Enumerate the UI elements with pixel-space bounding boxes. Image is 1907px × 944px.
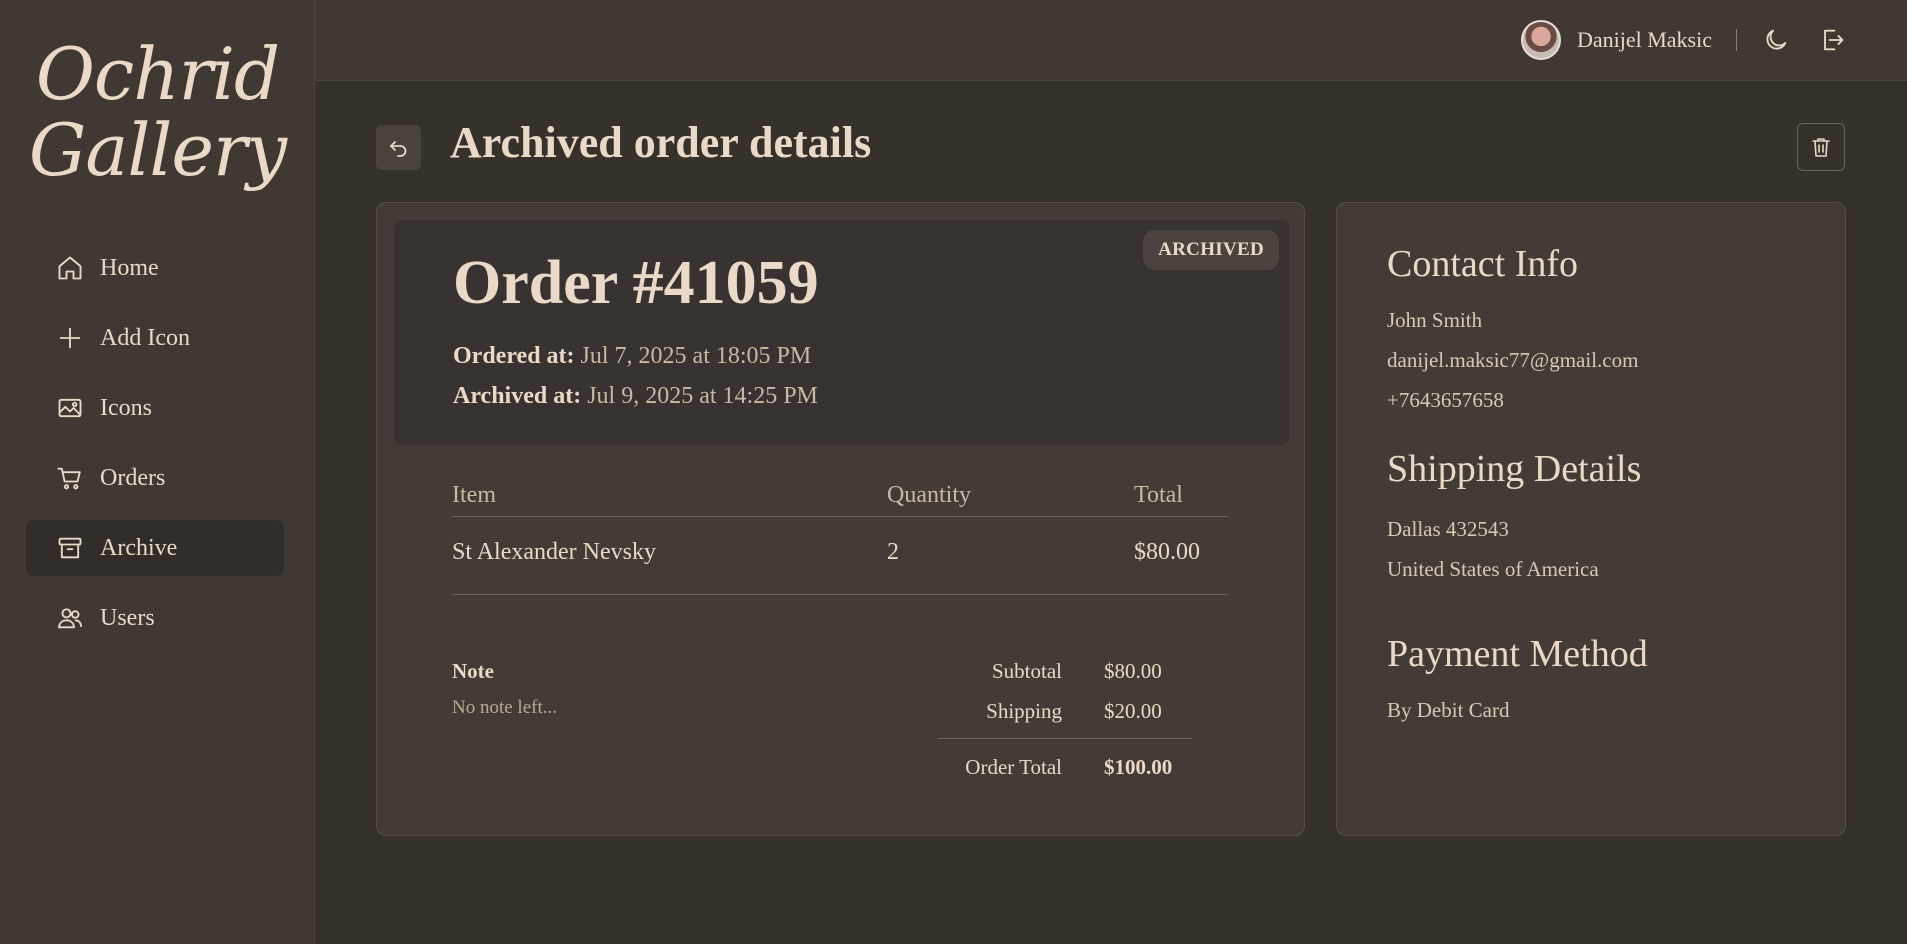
sidebar-nav: Home Add Icon Icons Orders Archive Users: [26, 240, 284, 660]
sidebar: Ochrid Gallery Home Add Icon Icons Order…: [0, 0, 315, 944]
subtotal-label: Subtotal: [991, 659, 1062, 683]
page-title: Archived order details: [450, 118, 872, 167]
contact-email: danijel.maksic77@gmail.com: [1387, 348, 1639, 372]
plus-icon: [59, 327, 81, 349]
note-text: No note left...: [452, 697, 558, 718]
image-icon: [58, 398, 82, 418]
moon-icon: [1766, 29, 1787, 50]
column-header-item: Item: [452, 482, 496, 508]
cart-icon: [57, 467, 81, 490]
user-menu: Danijel Maksic: [1520, 20, 1847, 60]
contact-info-heading: Contact Info: [1387, 243, 1579, 285]
archive-icon: [58, 537, 82, 559]
delete-button[interactable]: [1797, 123, 1845, 171]
logout-icon: [1824, 29, 1844, 51]
order-header: ARCHIVED Order #41059 Ordered at: Jul 7,…: [394, 220, 1289, 445]
shipping-country: United States of America: [1387, 557, 1599, 581]
customer-info-card: Contact Info John Smith danijel.maksic77…: [1336, 202, 1846, 836]
item-name: St Alexander Nevsky: [452, 539, 656, 565]
order-card: ARCHIVED Order #41059 Ordered at: Jul 7,…: [376, 202, 1305, 836]
payment-method-heading: Payment Method: [1387, 633, 1648, 675]
sidebar-item-orders[interactable]: Orders: [26, 450, 284, 506]
column-header-total: Total: [1134, 482, 1183, 508]
note-label: Note: [452, 659, 494, 683]
sidebar-item-label: Orders: [100, 464, 166, 491]
order-items-table: Item Quantity Total St Alexander Nevsky …: [452, 480, 1228, 595]
logo-line-1: Ochrid: [35, 32, 280, 116]
ordered-at: Ordered at: Jul 7, 2025 at 18:05 PM: [453, 343, 811, 370]
column-header-quantity: Quantity: [887, 482, 971, 508]
undo-icon: [389, 140, 406, 157]
archived-at: Archived at: Jul 9, 2025 at 14:25 PM: [453, 383, 818, 410]
table-row: St Alexander Nevsky 2 $80.00: [452, 517, 1228, 595]
item-total: $80.00: [1134, 539, 1200, 565]
trash-icon: [1812, 138, 1830, 157]
shipping-city: Dallas 432543: [1387, 517, 1509, 541]
archived-at-label: Archived at:: [453, 383, 582, 409]
header-divider: [1736, 29, 1737, 51]
logo-line-2: Gallery: [28, 108, 287, 192]
theme-toggle-button[interactable]: [1761, 25, 1791, 55]
order-total-value: $100.00: [1104, 755, 1173, 779]
ordered-at-label: Ordered at:: [453, 343, 575, 369]
status-badge: ARCHIVED: [1143, 230, 1279, 270]
payment-method-value: By Debit Card: [1387, 698, 1510, 722]
back-button[interactable]: [376, 125, 421, 170]
app-logo[interactable]: Ochrid Gallery: [0, 36, 315, 188]
order-number: Order #41059: [453, 249, 819, 317]
logout-button[interactable]: [1817, 25, 1847, 55]
sidebar-item-home[interactable]: Home: [26, 240, 284, 296]
sidebar-item-label: Users: [100, 604, 155, 631]
sidebar-item-add-icon[interactable]: Add Icon: [26, 310, 284, 366]
contact-phone: +7643657658: [1387, 388, 1504, 412]
user-name: Danijel Maksic: [1576, 27, 1712, 52]
order-total-label: Order Total: [965, 755, 1062, 779]
avatar[interactable]: [1520, 20, 1561, 60]
contact-name: John Smith: [1387, 308, 1483, 332]
sidebar-item-icons[interactable]: Icons: [26, 380, 284, 436]
users-icon: [57, 608, 83, 629]
sidebar-item-users[interactable]: Users: [26, 590, 284, 646]
subtotal-value: $80.00: [1104, 659, 1162, 683]
shipping-details-heading: Shipping Details: [1387, 448, 1642, 490]
sidebar-item-archive[interactable]: Archive: [26, 520, 284, 576]
sidebar-item-label: Add Icon: [100, 324, 190, 351]
shipping-label: Shipping: [986, 699, 1062, 723]
top-bar: Danijel Maksic: [315, 0, 1907, 81]
archived-at-value: Jul 9, 2025 at 14:25 PM: [587, 383, 818, 409]
sidebar-item-label: Archive: [100, 534, 178, 561]
ordered-at-value: Jul 7, 2025 at 18:05 PM: [580, 343, 812, 369]
item-quantity: 2: [887, 539, 899, 565]
shipping-value: $20.00: [1104, 699, 1162, 723]
sidebar-item-label: Icons: [100, 394, 152, 421]
table-header-row: Item Quantity Total: [452, 480, 1228, 517]
sidebar-item-label: Home: [100, 254, 159, 281]
totals-divider: [938, 738, 1192, 739]
home-icon: [58, 256, 82, 280]
